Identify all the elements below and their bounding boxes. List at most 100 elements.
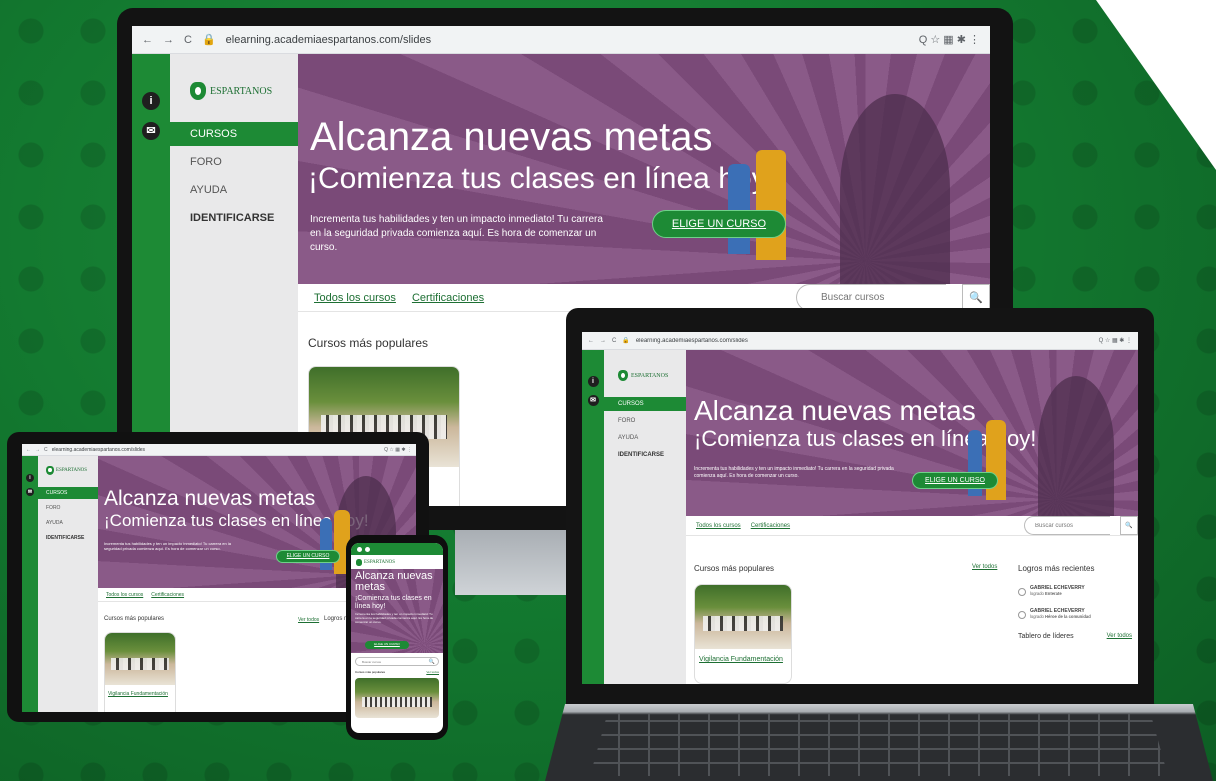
- site-logo[interactable]: ESPARTANOS: [38, 456, 98, 475]
- leaderboard-see-all-link[interactable]: Ver todos: [1107, 633, 1132, 640]
- site-logo[interactable]: ESPARTANOS: [170, 54, 298, 100]
- courses-toolbar: Todos los cursos Certificaciones 🔍: [686, 516, 1138, 536]
- search-input[interactable]: [821, 292, 931, 303]
- hero-shadow-silhouette: [840, 94, 950, 284]
- browser-actions-icon[interactable]: Q ☆ ▦ ✱ ⋮: [1099, 337, 1132, 344]
- back-arrow-icon[interactable]: ←: [142, 34, 153, 46]
- nav-item-foro[interactable]: FORO: [604, 414, 686, 428]
- medal-icon: [1018, 611, 1026, 619]
- choose-course-button[interactable]: ELIGE UN CURSO: [365, 641, 409, 649]
- forward-arrow-icon[interactable]: →: [163, 34, 174, 46]
- nav-item-identificarse[interactable]: IDENTIFICARSE: [604, 448, 686, 462]
- course-image[interactable]: [355, 678, 439, 718]
- forward-arrow-icon[interactable]: →: [600, 338, 606, 344]
- address-bar[interactable]: elearning.academiaespartanos.com/slides: [226, 34, 909, 46]
- choose-course-button[interactable]: ELIGE UN CURSO: [276, 550, 340, 563]
- back-arrow-icon[interactable]: ←: [588, 338, 594, 344]
- nav-item-ayuda[interactable]: AYUDA: [38, 517, 98, 529]
- nav-item-foro[interactable]: FORO: [38, 502, 98, 514]
- nav-item-cursos[interactable]: CURSOS: [38, 487, 98, 499]
- nav-item-foro[interactable]: FORO: [170, 150, 298, 174]
- left-rail: i ✉: [582, 350, 604, 684]
- search-icon[interactable]: 🔍: [1120, 516, 1138, 535]
- choose-course-button[interactable]: ELIGE UN CURSO: [912, 472, 998, 489]
- hero-title: Alcanza nuevas metas: [355, 570, 433, 593]
- nav-item-ayuda[interactable]: AYUDA: [604, 431, 686, 445]
- hero-body: Incrementa tus habilidades y ten un impa…: [694, 465, 894, 479]
- phone-top-bar: [351, 543, 443, 555]
- forward-arrow-icon[interactable]: →: [35, 447, 40, 453]
- info-icon[interactable]: i: [142, 92, 160, 110]
- leaderboard-title: Tablero de líderes: [1018, 633, 1074, 640]
- hero-body: Incrementa tus habilidades y ten un impa…: [104, 540, 231, 552]
- search-box: [796, 284, 946, 311]
- browser-actions-icon[interactable]: Q ☆ ▦ ✱ ⋮: [919, 33, 980, 46]
- nav-item-identificarse[interactable]: IDENTIFICARSE: [170, 206, 298, 230]
- shield-logo-icon: [618, 370, 628, 381]
- mail-icon[interactable]: ✉: [587, 395, 599, 406]
- address-bar[interactable]: elearning.academiaespartanos.com/slides: [52, 447, 381, 453]
- search-icon[interactable]: 🔍: [962, 284, 990, 311]
- browser-toolbar: ← → C 🔒 elearning.academiaespartanos.com…: [582, 332, 1138, 350]
- browser-toolbar: ← → C 🔒 elearning.academiaespartanos.com…: [132, 26, 990, 54]
- phone-screen: ESPARTANOS Alcanza nuevas metas ¡Comienz…: [351, 543, 443, 733]
- reload-icon[interactable]: C: [184, 34, 192, 46]
- popular-row: Cursos más populares Ver todos: [351, 670, 443, 674]
- all-courses-link[interactable]: Todos los cursos: [696, 523, 741, 529]
- nav-item-ayuda[interactable]: AYUDA: [170, 178, 298, 202]
- site-logo[interactable]: ESPARTANOS: [604, 350, 686, 381]
- all-courses-link[interactable]: Todos los cursos: [106, 592, 143, 598]
- nav-item-cursos[interactable]: CURSOS: [604, 397, 686, 411]
- achievement-label: logrado: [1030, 591, 1044, 596]
- logo-text: ESPARTANOS: [364, 559, 396, 565]
- popular-courses-title: Cursos más populares: [355, 670, 386, 674]
- choose-course-button[interactable]: ELIGE UN CURSO: [652, 210, 786, 238]
- nav-item-identificarse[interactable]: IDENTIFICARSE: [38, 532, 98, 544]
- lock-icon: 🔒: [622, 338, 630, 344]
- browser-actions-icon[interactable]: Q ☆ ▦ ✱ ⋮: [384, 447, 412, 453]
- nav-item-cursos[interactable]: CURSOS: [170, 122, 298, 146]
- medal-icon: [1018, 588, 1026, 596]
- logo-text: ESPARTANOS: [56, 468, 88, 473]
- phone-info-icon[interactable]: [357, 546, 362, 552]
- course-image: [105, 633, 175, 685]
- popular-courses-title: Cursos más populares: [694, 564, 775, 573]
- sidebar: ESPARTANOS CURSOS FORO AYUDA IDENTIFICAR…: [38, 456, 98, 712]
- certifications-link[interactable]: Certificaciones: [151, 592, 184, 598]
- search-input[interactable]: Buscar cursos 🔍: [355, 657, 439, 666]
- achievements-panel: Logros más recientes GABRIEL ECHEVERRY l…: [1018, 564, 1132, 640]
- info-icon[interactable]: i: [587, 376, 599, 387]
- see-all-link[interactable]: Ver todos: [298, 617, 319, 623]
- course-card[interactable]: Vigilancia Fundamentación: [694, 584, 792, 684]
- search-icon[interactable]: 🔍: [429, 658, 435, 666]
- mail-icon[interactable]: ✉: [26, 488, 34, 496]
- all-courses-link[interactable]: Todos los cursos: [314, 292, 396, 304]
- info-icon[interactable]: i: [26, 474, 34, 482]
- certifications-link[interactable]: Certificaciones: [751, 523, 790, 529]
- address-bar[interactable]: elearning.academiaespartanos.com/slides: [636, 338, 1093, 344]
- sidebar-nav: CURSOS FORO AYUDA IDENTIFICARSE: [170, 122, 298, 230]
- mail-icon[interactable]: ✉: [142, 122, 160, 140]
- leaderboard-row: Tablero de líderes Ver todos: [1018, 633, 1132, 640]
- reload-icon[interactable]: C: [44, 447, 48, 453]
- reload-icon[interactable]: C: [612, 338, 616, 344]
- see-all-link[interactable]: Ver todos: [426, 670, 439, 674]
- shield-logo-icon: [46, 466, 54, 475]
- back-arrow-icon[interactable]: ←: [26, 447, 31, 453]
- search-input[interactable]: [1035, 522, 1099, 529]
- lock-icon: 🔒: [201, 34, 216, 46]
- site-logo[interactable]: ESPARTANOS: [351, 555, 443, 569]
- course-title[interactable]: Vigilancia Fundamentación: [695, 649, 791, 664]
- browser-toolbar: ← → C elearning.academiaespartanos.com/s…: [22, 444, 416, 456]
- certifications-link[interactable]: Certificaciones: [412, 292, 484, 304]
- course-card[interactable]: Vigilancia Fundamentación: [104, 632, 176, 712]
- achievement-badge: Enterate: [1045, 591, 1062, 596]
- laptop-keyboard: [590, 714, 1168, 776]
- popular-courses-title: Cursos más populares: [308, 336, 429, 350]
- hero-body: Incrementa tus habilidades y ten un impa…: [310, 214, 603, 253]
- shield-logo-icon: [190, 82, 206, 100]
- course-title[interactable]: Vigilancia Fundamentación: [105, 685, 175, 698]
- phone-mail-icon[interactable]: [365, 546, 370, 552]
- see-all-link[interactable]: Ver todos: [972, 564, 997, 570]
- sidebar: ESPARTANOS CURSOS FORO AYUDA IDENTIFICAR…: [604, 350, 686, 684]
